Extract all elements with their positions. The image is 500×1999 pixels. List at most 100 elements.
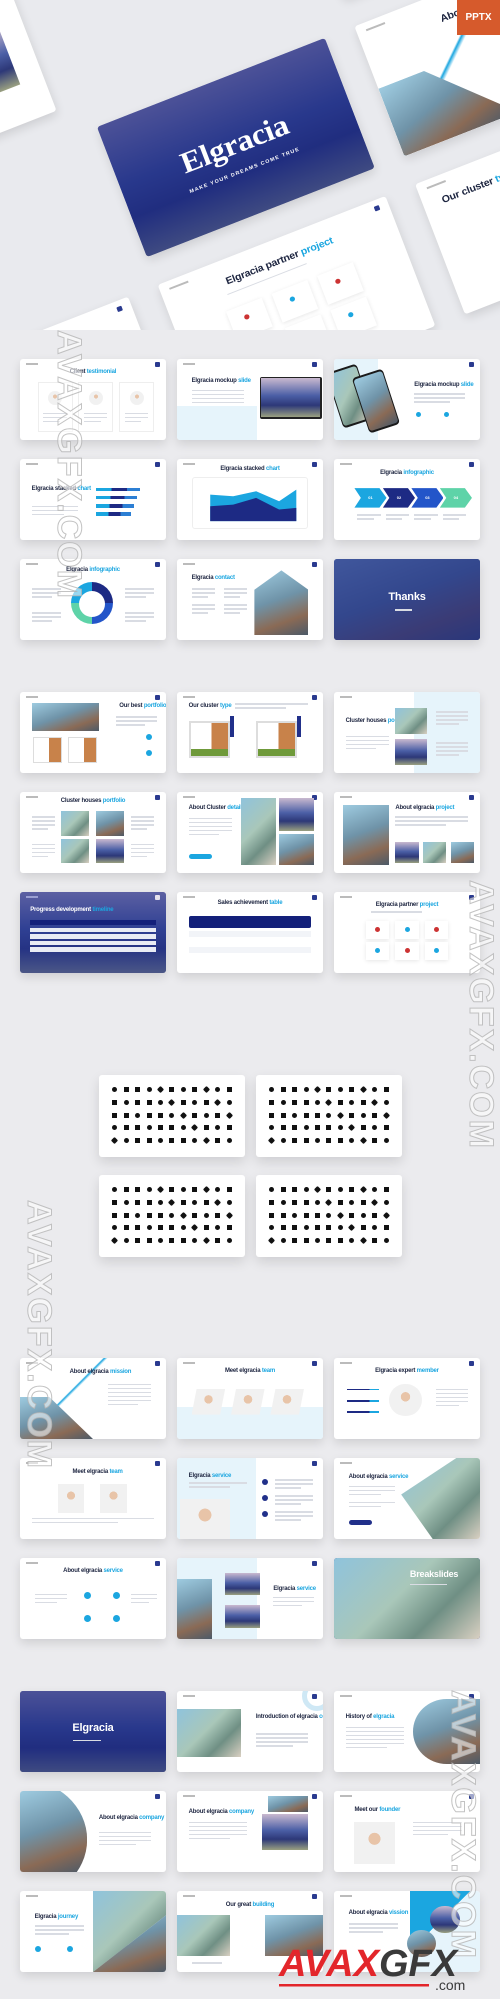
text-line [31,820,56,822]
title-accent: testimonial [86,368,117,375]
glyph-icon [383,1138,389,1144]
text-lines [348,1923,399,1935]
slide-thumbnail: Elgracia service [177,1558,323,1639]
text-line [31,1517,155,1520]
text-lines [274,1479,313,1491]
text-line [370,911,422,913]
slide-title: Elgracia [72,1722,113,1734]
logo-icon [155,695,161,701]
text-line [130,824,155,826]
glyph-icon [146,1187,152,1192]
photo [20,1791,88,1872]
laptop-mockup [260,376,322,419]
title-accent: service [296,1585,317,1592]
glyph-icon [226,1238,232,1244]
glyph-icon [292,1099,298,1105]
photo [395,708,428,735]
text-line [436,754,459,756]
timeline-header [30,919,156,926]
glyph-icon [146,1212,152,1218]
text-lines [188,1821,248,1842]
text-line [436,1400,469,1403]
text-line [345,747,377,750]
bullet-icon [302,329,309,330]
glyph-icon [180,1138,186,1144]
read-more-button [348,1519,372,1526]
glyph-icon [180,1225,186,1231]
title-accent: team [109,1469,123,1476]
floorplan-image [68,737,98,764]
glyph-icon [180,1087,186,1092]
chevron-step: 04 [439,488,472,508]
text-line [191,1962,223,1964]
slide-thumbnail: Introduction of elgracia company [177,1691,323,1772]
text-line [436,719,469,721]
slide-thumbnail: Cluster houses portfolio [334,692,480,773]
glyph-icon [372,1112,378,1118]
glyph-icon [349,1138,355,1144]
text-lines [34,1925,85,1937]
logo-icon [312,1794,318,1800]
text-lines [188,817,233,838]
slide-header-label [25,1895,38,1898]
text-line [223,604,248,606]
text-lines [274,1495,313,1507]
text-line [130,828,148,830]
slide-title: Our cluster type [440,167,500,206]
glyph-icon [337,1138,343,1144]
glyph-icon [383,1125,389,1131]
slide-header-label [182,696,195,699]
slide-thumbnail: About elgracia project [334,792,480,873]
slide-title: Elgracia mockup slide [192,378,251,384]
bullet-icon [347,311,355,318]
text-lines [436,711,469,727]
text-lines [436,742,469,758]
bullet-icon [66,1946,73,1953]
glyph-icon [326,1225,332,1231]
glyph-icon [123,1099,129,1105]
title-text: Elgracia [188,1472,212,1479]
text-line [125,416,149,419]
title-accent: elgracia [373,1713,395,1720]
text-line [223,612,241,614]
bullet-icon [404,926,410,932]
glyph-icon [383,1225,389,1231]
text-line [255,1733,309,1735]
photo [31,703,99,731]
slide-thumbnail: Elgracia partner project [334,892,480,973]
text-line [345,735,390,738]
glyph-icon [372,1225,378,1231]
glyph-icon [192,1212,198,1218]
text-line [107,1403,139,1406]
text-line [436,715,469,717]
text-line [31,843,56,846]
slide-header-label [25,463,38,466]
table-row [188,938,312,945]
photo [60,838,89,864]
title-text: Elgracia expert [375,1367,417,1374]
slide-title: Elgracia contact [192,575,235,581]
title-accent: infographic [403,470,434,477]
text-line [348,1931,384,1933]
glyph-icon [292,1225,298,1231]
glyph-icon [123,1138,129,1144]
slide-title: About elgracia mission [70,1369,132,1375]
glyph-icon [292,1138,298,1144]
glyph-icon [135,1112,141,1118]
text-line [357,514,381,516]
slide-thumbnail: Meet elgracia team [177,1358,323,1439]
logo-lettering: AVAXGFX [278,1943,460,1985]
photo [100,1483,127,1514]
glyph-icon [168,1098,176,1106]
glyph-icon [123,1087,129,1092]
glyph-icon [349,1238,355,1244]
glyph-icon [215,1238,221,1244]
glyph-icon [326,1238,332,1244]
text-line [345,743,390,746]
slide-thumbnail: About elgracia service [334,1458,480,1539]
text-lines [395,609,418,613]
text-line [348,1501,396,1504]
partner-tile [366,942,390,961]
slide-header-label [339,463,352,466]
glyph-icon [135,1099,141,1105]
